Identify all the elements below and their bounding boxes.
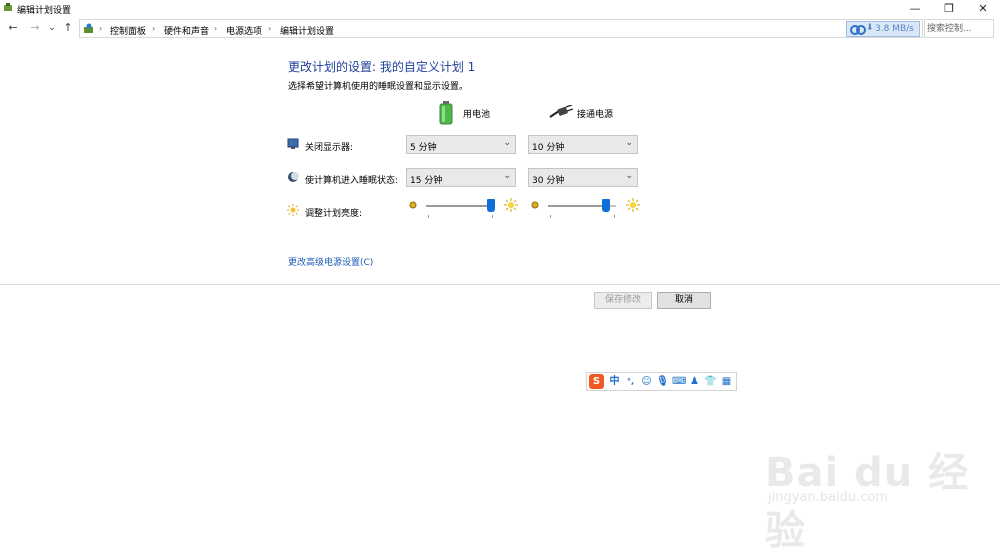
- back-button[interactable]: ←: [6, 21, 20, 35]
- restore-button[interactable]: ❐: [932, 0, 966, 17]
- column-battery-label: 用电池: [463, 110, 491, 120]
- monitor-icon: [287, 138, 299, 149]
- breadcrumb-separator: ›: [99, 24, 103, 33]
- save-button[interactable]: 保存修改: [594, 292, 652, 309]
- sogou-logo-icon[interactable]: S: [589, 374, 604, 389]
- net-speed-value: 3.8 MB/s: [875, 24, 914, 34]
- sleep-label: 使计算机进入睡眠状态:: [305, 176, 399, 186]
- punctuation-toggle[interactable]: °,: [624, 375, 637, 388]
- slider-thumb[interactable]: [486, 199, 495, 212]
- title-bar: 编辑计划设置 — ❐ ✕: [0, 0, 1000, 17]
- dim-sun-icon: [531, 201, 539, 209]
- page-title: 更改计划的设置: 我的自定义计划 1: [288, 60, 476, 74]
- breadcrumb-separator: ›: [152, 24, 156, 33]
- forward-button[interactable]: →: [28, 21, 42, 35]
- chevron-down-icon: ⌄: [503, 138, 511, 148]
- window-title: 编辑计划设置: [17, 6, 72, 16]
- breadcrumb-separator: ›: [268, 24, 272, 33]
- control-panel-icon: [84, 23, 93, 33]
- dim-sun-icon: [409, 201, 417, 209]
- slider-tick: [428, 215, 429, 218]
- cancel-button[interactable]: 取消: [657, 292, 711, 309]
- sleep-battery-value: 15 分钟: [410, 176, 443, 186]
- skin-shirt-icon[interactable]: 👕: [704, 375, 717, 388]
- recent-locations-button[interactable]: ⌄: [45, 21, 59, 35]
- user-icon[interactable]: ♟: [688, 375, 701, 388]
- column-plugged-label: 接通电源: [577, 110, 614, 120]
- display-plugged-select[interactable]: 10 分钟 ⌄: [528, 135, 638, 154]
- slider-tick: [492, 215, 493, 218]
- ime-toolbar: S 中 °, ☺ 🎙 ⌨ ♟ 👕 ▦: [586, 372, 737, 391]
- watermark-url: jingyan.baidu.com: [768, 490, 888, 505]
- baidu-watermark: Bai du 经验 jingyan.baidu.com: [765, 430, 985, 554]
- sleep-moon-icon: [288, 172, 299, 182]
- chevron-down-icon: ⌄: [625, 171, 633, 181]
- search-box[interactable]: [924, 19, 994, 38]
- toolbox-grid-icon[interactable]: ▦: [720, 375, 733, 388]
- sleep-plugged-select[interactable]: 30 分钟 ⌄: [528, 168, 638, 187]
- ime-mode-toggle[interactable]: 中: [608, 375, 621, 388]
- emoji-icon[interactable]: ☺: [640, 375, 653, 388]
- microphone-icon[interactable]: 🎙: [656, 375, 669, 388]
- up-button[interactable]: ↑: [61, 21, 75, 35]
- baidu-cloud-icon: [850, 25, 866, 35]
- slider-thumb[interactable]: [601, 199, 610, 212]
- bright-sun-icon: [626, 198, 640, 212]
- breadcrumb-control-panel[interactable]: 控制面板: [110, 24, 146, 37]
- slider-fill: [548, 205, 606, 207]
- slider-tick: [614, 215, 615, 218]
- breadcrumb-hardware-sound[interactable]: 硬件和声音: [164, 24, 209, 37]
- search-input[interactable]: [927, 22, 977, 35]
- breadcrumb-power-options[interactable]: 电源选项: [226, 24, 262, 37]
- display-plugged-value: 10 分钟: [532, 143, 565, 153]
- chevron-down-icon: ⌄: [625, 138, 633, 148]
- sleep-plugged-value: 30 分钟: [532, 176, 565, 186]
- breadcrumb-edit-plan[interactable]: 编辑计划设置: [280, 24, 334, 37]
- chevron-down-icon: ⌄: [503, 171, 511, 181]
- brightness-label: 调整计划亮度:: [305, 209, 363, 219]
- minimize-button[interactable]: —: [898, 0, 932, 17]
- footer-divider: [0, 284, 1000, 285]
- power-plug-icon: [549, 105, 573, 118]
- slider-tick: [550, 215, 551, 218]
- bright-sun-icon: [504, 198, 518, 212]
- brightness-plugged-slider[interactable]: [530, 198, 642, 219]
- slider-fill: [426, 205, 491, 207]
- breadcrumb-separator: ›: [214, 24, 218, 33]
- download-arrow-icon: ⬇: [866, 23, 874, 33]
- keyboard-icon[interactable]: ⌨: [672, 375, 686, 388]
- display-battery-value: 5 分钟: [410, 143, 437, 153]
- battery-icon: [439, 101, 453, 125]
- address-bar[interactable]: › 控制面板 › 硬件和声音 › 电源选项 › 编辑计划设置: [79, 19, 923, 38]
- close-button[interactable]: ✕: [966, 0, 1000, 17]
- net-speed-widget[interactable]: ⬇ 3.8 MB/s: [846, 21, 920, 37]
- page-subtitle: 选择希望计算机使用的睡眠设置和显示设置。: [288, 82, 469, 92]
- power-options-icon: [4, 3, 12, 11]
- display-battery-select[interactable]: 5 分钟 ⌄: [406, 135, 516, 154]
- advanced-power-settings-link[interactable]: 更改高级电源设置(C): [288, 255, 373, 268]
- sleep-battery-select[interactable]: 15 分钟 ⌄: [406, 168, 516, 187]
- brightness-battery-slider[interactable]: [408, 198, 520, 219]
- display-off-label: 关闭显示器:: [305, 143, 354, 153]
- brightness-sun-icon: [287, 204, 299, 216]
